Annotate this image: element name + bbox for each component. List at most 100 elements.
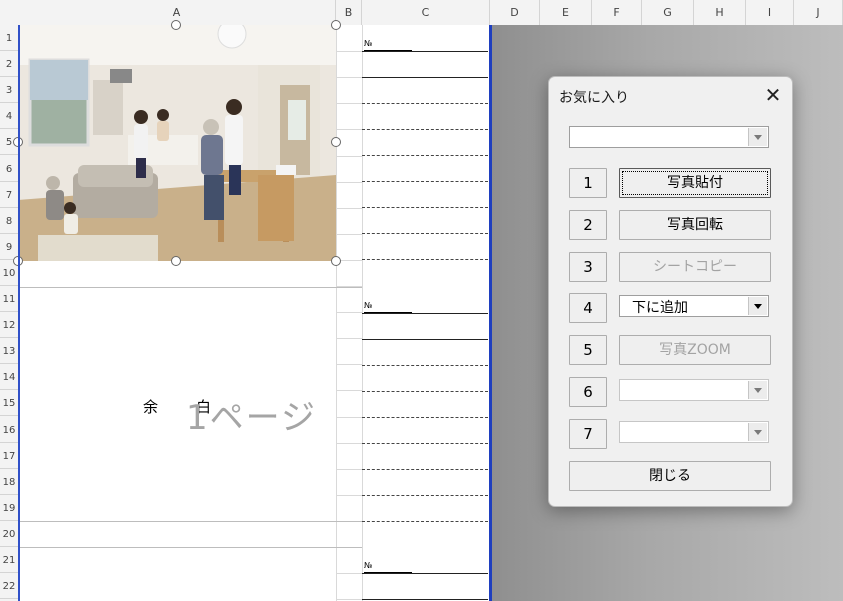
photo-paste-button[interactable]: 写真貼付 [619,168,771,198]
gridline-horizontal [336,77,362,79]
row-header-14[interactable]: 14 [0,364,18,391]
print-area-border [489,25,492,601]
gridline-horizontal [336,312,362,314]
column-header-c[interactable]: C [362,0,490,25]
number-underline [364,50,412,51]
number-button-5[interactable]: 5 [569,335,607,365]
column-header-j[interactable]: J [794,0,843,25]
gridline-horizontal [336,390,362,392]
row-header-8[interactable]: 8 [0,208,18,234]
page-watermark: 1ページ [186,398,317,438]
block-separator [18,521,362,522]
comment-dotted-line [362,129,488,130]
gridline-horizontal [336,207,362,209]
gridline-horizontal [336,233,362,235]
resize-handle-top[interactable] [171,20,181,30]
row-header-16[interactable]: 16 [0,417,18,443]
photo-number-label: № [364,39,373,48]
number-button-7[interactable]: 7 [569,419,607,449]
blank-text-char-1: 余 [143,398,159,416]
row-header-15[interactable]: 15 [0,390,18,417]
close-icon[interactable]: ✕ [761,83,785,107]
number-underline [364,312,412,313]
favorites-combobox[interactable] [569,126,769,148]
row-header-17[interactable]: 17 [0,443,18,469]
number-button-2[interactable]: 2 [569,210,607,240]
gridline-horizontal [336,573,362,575]
row-header-11[interactable]: 11 [0,286,18,313]
add-below-value: 下に追加 [632,300,688,316]
comment-header-line [362,339,488,340]
number-button-1[interactable]: 1 [569,168,607,198]
row-header-3[interactable]: 3 [0,77,18,104]
comment-dotted-line [362,259,488,260]
photo-number-label: № [364,561,373,570]
print-area-left-border [18,25,20,601]
comment-dotted-line [362,181,488,182]
chevron-down-icon[interactable] [748,128,767,146]
column-header-e[interactable]: E [540,0,592,25]
gridline-horizontal [336,416,362,418]
row-header-6[interactable]: 6 [0,156,18,182]
add-below-select[interactable]: 下に追加 [619,295,769,317]
resize-handle-bottom[interactable] [171,256,181,266]
sheet-copy-button[interactable]: シートコピー [619,252,771,282]
comment-header-line [362,77,488,78]
gridline-horizontal [336,51,362,53]
column-header-h[interactable]: H [694,0,746,25]
column-header-g[interactable]: G [642,0,694,25]
slot-6-select[interactable] [619,379,769,401]
gridline-horizontal [336,494,362,496]
photo-number-line [362,573,488,574]
gridline-horizontal [336,129,362,131]
close-dialog-button[interactable]: 閉じる [569,461,771,491]
row-header-18[interactable]: 18 [0,469,18,495]
column-header-i[interactable]: I [746,0,794,25]
photo-image [18,25,336,261]
chevron-down-icon[interactable] [748,423,767,441]
row-header-7[interactable]: 7 [0,182,18,208]
comment-dotted-line [362,155,488,156]
photo-number-line [362,313,488,314]
gridline-horizontal [336,181,362,183]
number-button-3[interactable]: 3 [569,252,607,282]
comment-dotted-line [362,443,488,444]
row-header-12[interactable]: 12 [0,312,18,339]
row-header-2[interactable]: 2 [0,51,18,78]
row-header-20[interactable]: 20 [0,521,18,547]
resize-handle-bottom-right[interactable] [331,256,341,266]
resize-handle-top-right[interactable] [331,20,341,30]
gridline-horizontal [336,103,362,105]
gridline-horizontal [336,155,362,157]
comment-dotted-line [362,521,488,522]
column-header-bar: A B C D E F G H I J [0,0,843,26]
slot-7-select[interactable] [619,421,769,443]
photo-zoom-button[interactable]: 写真ZOOM [619,335,771,365]
comment-dotted-line [362,495,488,496]
number-button-4[interactable]: 4 [569,293,607,323]
row-header-bar: 1 2 3 4 5 6 7 8 9 10 11 12 13 14 15 16 17 18 19 20 21 22 [0,25,18,601]
chevron-down-icon[interactable] [748,381,767,399]
comment-dotted-line [362,417,488,418]
column-header-f[interactable]: F [592,0,642,25]
chevron-down-icon[interactable] [748,297,767,315]
block-separator [18,547,362,548]
photo-rotate-button[interactable]: 写真回転 [619,210,771,240]
resize-handle-right[interactable] [331,137,341,147]
row-header-1[interactable]: 1 [0,25,18,52]
comment-dotted-line [362,365,488,366]
row-header-22[interactable]: 22 [0,573,18,600]
gridline-horizontal [336,442,362,444]
row-header-4[interactable]: 4 [0,103,18,130]
photo-number-label: № [364,301,373,310]
row-header-21[interactable]: 21 [0,547,18,574]
row-header-13[interactable]: 13 [0,338,18,365]
row-header-19[interactable]: 19 [0,495,18,521]
gridline-horizontal [336,599,362,601]
dialog-title: お気に入り [559,90,629,106]
comment-header-line [362,599,488,600]
column-header-d[interactable]: D [490,0,540,25]
number-button-6[interactable]: 6 [569,377,607,407]
comment-dotted-line [362,391,488,392]
pasted-photo[interactable] [18,25,336,261]
